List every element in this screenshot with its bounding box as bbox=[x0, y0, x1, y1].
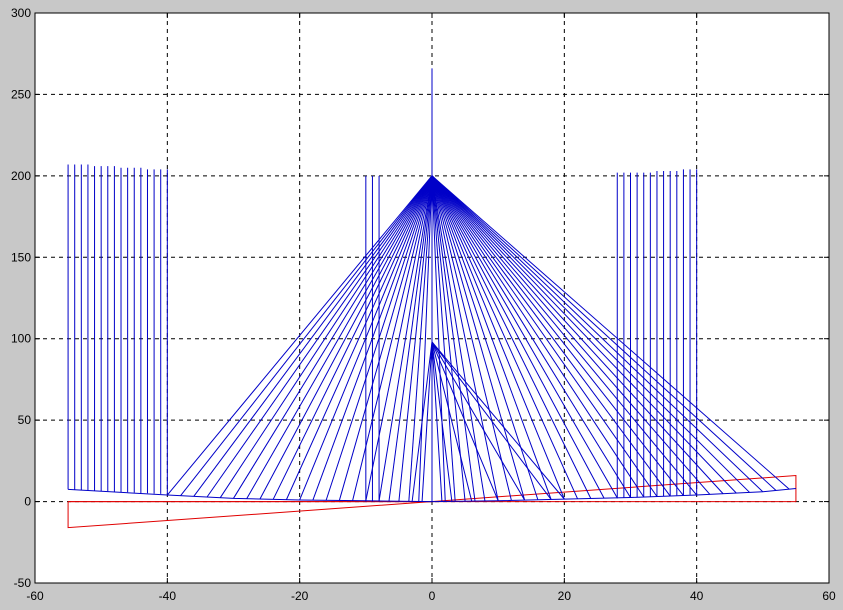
x-tick-label: 40 bbox=[690, 589, 704, 603]
x-tick-label: -20 bbox=[291, 589, 309, 603]
y-tick-label: 50 bbox=[18, 413, 32, 427]
y-tick-label: 150 bbox=[11, 250, 31, 264]
y-tick-label: -50 bbox=[14, 576, 32, 590]
x-tick-label: -40 bbox=[159, 589, 177, 603]
y-tick-label: 250 bbox=[11, 87, 31, 101]
figure: -60 -40 -20 0 20 40 60 -50 0 50 100 150 200 250 300 bbox=[11, 6, 836, 603]
y-tick-label: 300 bbox=[11, 6, 31, 20]
y-tick-label: 100 bbox=[11, 332, 31, 346]
x-tick-label: 0 bbox=[429, 589, 436, 603]
y-tick-label: 0 bbox=[24, 495, 31, 509]
x-tick-label: 60 bbox=[822, 589, 836, 603]
x-tick-label: 20 bbox=[558, 589, 572, 603]
x-tick-label: -60 bbox=[26, 589, 44, 603]
y-tick-label: 200 bbox=[11, 169, 31, 183]
